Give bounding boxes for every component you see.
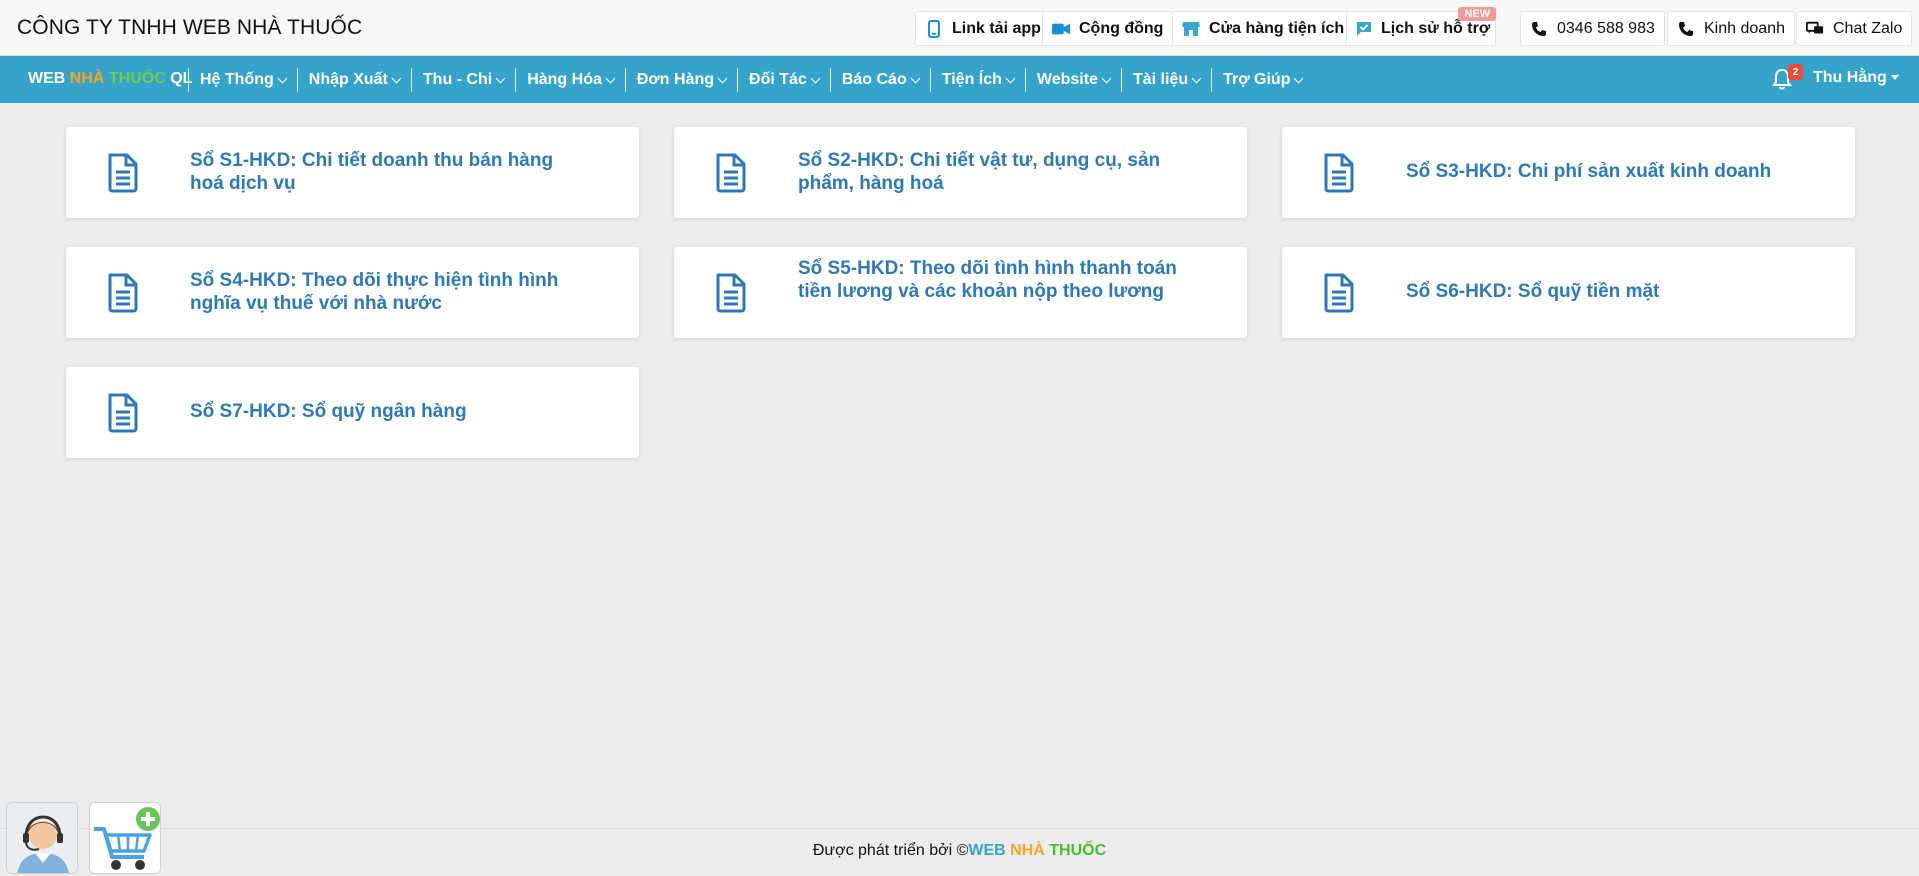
support-history-button[interactable]: Lịch sử hỗ trợ NEW bbox=[1346, 7, 1496, 46]
ledger-card-title: Sổ S2-HKD: Chi tiết vật tư, dụng cụ, sản… bbox=[798, 150, 1161, 194]
ledger-card-title: Sổ S1-HKD: Chi tiết doanh thu bán hàng h… bbox=[190, 150, 554, 194]
sales-button[interactable]: Kinh doanh bbox=[1667, 11, 1795, 46]
mobile-phone-icon bbox=[925, 19, 943, 38]
nav-item-label: Thu - Chi bbox=[422, 71, 493, 88]
footer-prefix: Được phát triển bởi © bbox=[812, 842, 969, 859]
chevron-down-icon bbox=[910, 73, 921, 83]
brand-nha: NHÀ bbox=[69, 70, 109, 87]
community-button[interactable]: Cộng đồng bbox=[1042, 11, 1174, 46]
store-button[interactable]: Cửa hàng tiện ích bbox=[1172, 11, 1355, 46]
ledger-card-title: Sổ S6-HKD: Sổ quỹ tiền mặt bbox=[1406, 281, 1660, 302]
cart-add-button[interactable] bbox=[89, 802, 161, 874]
ledger-card-title: Sổ S5-HKD: Theo dõi tình hình thanh toán… bbox=[798, 258, 1177, 302]
community-label: Cộng đồng bbox=[1079, 19, 1164, 37]
phone-number: 0346 588 983 bbox=[1557, 19, 1655, 37]
nav-item-label: Trợ Giúp bbox=[1223, 71, 1291, 88]
chevron-down-icon bbox=[495, 73, 506, 83]
brand-logo[interactable]: WEB NHÀ THUỐC QL bbox=[28, 70, 192, 88]
footer: Được phát triển bởi ©WEB NHÀ THUỐC bbox=[0, 842, 1919, 860]
company-name: CÔNG TY TNHH WEB NHÀ THUỐC bbox=[17, 16, 363, 39]
document-icon bbox=[108, 393, 138, 433]
chat-zalo-label: Chat Zalo bbox=[1833, 19, 1903, 37]
nav-item-hang-hoa[interactable]: Hàng Hóa bbox=[515, 68, 625, 92]
nav-item-tro-giup[interactable]: Trợ Giúp bbox=[1211, 68, 1313, 92]
shopping-cart-add-icon bbox=[90, 803, 160, 873]
ledger-card-title: Sổ S7-HKD: Sổ quỹ ngân hàng bbox=[190, 401, 467, 422]
support-agent-icon bbox=[7, 803, 77, 873]
nav-item-website[interactable]: Website bbox=[1024, 68, 1121, 92]
ledger-card-s6[interactable]: Sổ S6-HKD: Sổ quỹ tiền mặt bbox=[1282, 247, 1855, 338]
caret-down-icon bbox=[1890, 75, 1899, 81]
nav-item-label: Tiện Ích bbox=[941, 71, 1002, 88]
footer-brand-web[interactable]: WEB bbox=[968, 842, 1010, 859]
nav-item-tien-ich[interactable]: Tiện Ích bbox=[929, 68, 1025, 92]
store-icon bbox=[1182, 20, 1200, 38]
nav-item-label: Đối Tác bbox=[749, 71, 807, 88]
nav-item-thu-chi[interactable]: Thu - Chi bbox=[410, 68, 515, 92]
nav-item-label: Hệ Thống bbox=[200, 71, 274, 88]
nav-item-bao-cao[interactable]: Báo Cáo bbox=[829, 68, 930, 92]
link-app-button[interactable]: Link tải app bbox=[915, 11, 1051, 46]
store-label: Cửa hàng tiện ích bbox=[1209, 19, 1345, 37]
document-icon bbox=[716, 273, 746, 313]
chevron-down-icon bbox=[391, 73, 402, 83]
nav-item-nhap-xuat[interactable]: Nhập Xuất bbox=[296, 68, 411, 92]
support-agent-button[interactable] bbox=[6, 802, 78, 874]
notification-count-badge: 2 bbox=[1788, 64, 1803, 80]
user-name: Thu Hằng bbox=[1813, 69, 1887, 86]
chevron-down-icon bbox=[1191, 73, 1202, 83]
chevron-down-icon bbox=[605, 73, 616, 83]
chat-bubbles-icon bbox=[1806, 20, 1824, 38]
chevron-down-icon bbox=[1005, 73, 1016, 83]
nav-menu: Hệ Thống Nhập Xuất Thu - Chi Hàng Hóa Đơ… bbox=[188, 68, 1313, 92]
document-icon bbox=[108, 153, 138, 193]
phone-icon bbox=[1530, 20, 1548, 38]
new-badge: NEW bbox=[1458, 7, 1496, 21]
ledger-card-s2[interactable]: Sổ S2-HKD: Chi tiết vật tư, dụng cụ, sản… bbox=[674, 127, 1247, 218]
nav-item-he-thong[interactable]: Hệ Thống bbox=[188, 68, 297, 92]
chevron-down-icon bbox=[1294, 73, 1304, 83]
nav-item-doi-tac[interactable]: Đối Tác bbox=[737, 68, 830, 92]
ledger-card-title: Sổ S3-HKD: Chi phí sản xuất kinh doanh bbox=[1406, 161, 1772, 182]
top-bar: CÔNG TY TNHH WEB NHÀ THUỐC Link tải app … bbox=[0, 0, 1919, 56]
nav-item-label: Website bbox=[1036, 71, 1098, 88]
nav-item-label: Báo Cáo bbox=[841, 71, 907, 88]
ledger-card-s3[interactable]: Sổ S3-HKD: Chi phí sản xuất kinh doanh bbox=[1282, 127, 1855, 218]
ledger-card-s7[interactable]: Sổ S7-HKD: Sổ quỹ ngân hàng bbox=[66, 367, 639, 458]
document-icon bbox=[716, 153, 746, 193]
ledger-card-title: Sổ S4-HKD: Theo dõi thực hiện tình hình … bbox=[190, 270, 559, 314]
footer-brand-thuoc[interactable]: THUỐC bbox=[1049, 842, 1106, 859]
nav-item-don-hang[interactable]: Đơn Hàng bbox=[624, 68, 737, 92]
ledger-card-s5[interactable]: Sổ S5-HKD: Theo dõi tình hình thanh toán… bbox=[674, 247, 1247, 338]
nav-item-label: Hàng Hóa bbox=[527, 71, 602, 88]
chat-zalo-button[interactable]: Chat Zalo bbox=[1796, 11, 1913, 46]
main-navbar: WEB NHÀ THUỐC QL Hệ Thống Nhập Xuất Thu … bbox=[0, 56, 1919, 103]
sales-label: Kinh doanh bbox=[1704, 19, 1785, 37]
ledger-card-s4[interactable]: Sổ S4-HKD: Theo dõi thực hiện tình hình … bbox=[66, 247, 639, 338]
document-icon bbox=[1324, 273, 1354, 313]
nav-item-label: Đơn Hàng bbox=[636, 71, 715, 88]
document-icon bbox=[1324, 153, 1354, 193]
support-history-label: Lịch sử hỗ trợ bbox=[1381, 19, 1491, 37]
document-icon bbox=[108, 273, 138, 313]
brand-thuoc: THUỐC bbox=[108, 70, 166, 87]
brand-web: WEB bbox=[28, 70, 70, 87]
footer-divider bbox=[0, 828, 1919, 829]
phone-icon bbox=[1677, 20, 1695, 38]
chevron-down-icon bbox=[717, 73, 728, 83]
video-camera-icon bbox=[1052, 20, 1070, 38]
nav-item-label: Tài liệu bbox=[1132, 71, 1189, 88]
nav-item-tai-lieu[interactable]: Tài liệu bbox=[1120, 68, 1211, 92]
phone-button[interactable]: 0346 588 983 bbox=[1520, 11, 1665, 46]
chevron-down-icon bbox=[1101, 73, 1112, 83]
chat-check-icon bbox=[1356, 20, 1372, 38]
user-menu[interactable]: Thu Hằng bbox=[1813, 69, 1899, 87]
nav-item-label: Nhập Xuất bbox=[308, 71, 388, 88]
footer-brand-nha[interactable]: NHÀ bbox=[1010, 842, 1049, 859]
ledger-card-s1[interactable]: Sổ S1-HKD: Chi tiết doanh thu bán hàng h… bbox=[66, 127, 639, 218]
chevron-down-icon bbox=[810, 73, 821, 83]
link-app-label: Link tải app bbox=[952, 19, 1041, 37]
chevron-down-icon bbox=[277, 73, 288, 83]
